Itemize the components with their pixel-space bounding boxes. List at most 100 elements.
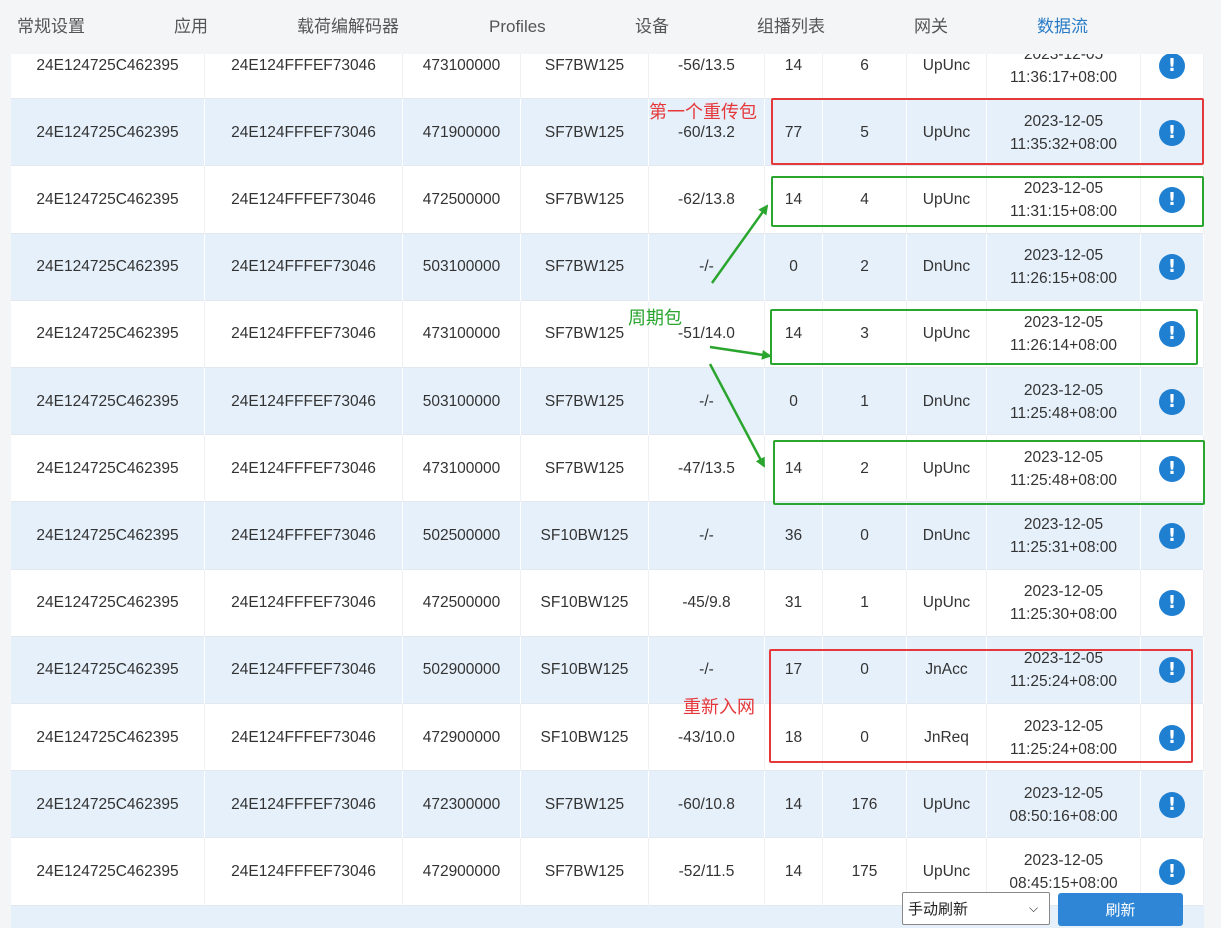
cell-dev-eui: 24E124725C462395 [11, 368, 205, 436]
cell-timestamp: 2023-12-05 11:25:24+08:00 [987, 704, 1141, 772]
cell-freq: 472500000 [403, 569, 521, 637]
info-icon[interactable]: ! [1159, 52, 1185, 79]
cell-date: 2023-12-05 [1023, 717, 1104, 735]
cell-freq: 473100000 [403, 435, 521, 503]
cell-rssi-snr: -62/13.8 [649, 166, 765, 234]
cell-freq: 502500000 [403, 502, 521, 570]
info-icon[interactable]: ! [1159, 724, 1185, 751]
info-icon[interactable]: ! [1159, 119, 1185, 146]
cell-rssi-snr: -/- [649, 368, 765, 436]
info-icon[interactable]: ! [1159, 590, 1185, 617]
info-icon[interactable]: ! [1159, 321, 1185, 348]
cell-date: 2023-12-05 [1023, 314, 1104, 332]
cell-freq: 502900000 [403, 636, 521, 704]
nav-item-5[interactable]: 组播列表 [757, 0, 825, 54]
cell-type: JnAcc [907, 636, 987, 704]
rejoin-annotation: 重新入网 [683, 697, 755, 718]
cell-size: 36 [765, 502, 823, 570]
nav-item-7[interactable]: 数据流 [1037, 0, 1088, 54]
info-icon[interactable]: ! [1159, 455, 1185, 482]
table-row: 24E124725C462395 24E124FFFEF73046 50290000… [11, 636, 1204, 704]
cell-details: ! [1141, 368, 1204, 436]
cell-dr: SF10BW125 [521, 704, 649, 772]
nav-item-4[interactable]: 设备 [635, 0, 669, 54]
retransmit-annotation: 第一个重传包 [649, 102, 757, 123]
cell-details: ! [1141, 704, 1204, 772]
cell-fcnt: 2 [823, 435, 907, 503]
cell-fcnt: 3 [823, 300, 907, 368]
cell-rssi-snr: -/- [649, 502, 765, 570]
nav-item-1[interactable]: 应用 [174, 0, 208, 54]
cell-timestamp: 2023-12-05 11:25:48+08:00 [987, 435, 1141, 503]
cell-gw-eui: 24E124FFFEF73046 [205, 704, 403, 772]
cell-gw-eui: 24E124FFFEF73046 [205, 502, 403, 570]
table-row: 24E124725C462395 24E124FFFEF73046 47310000… [11, 435, 1204, 503]
data-stream-table: 24E124725C462395 24E124FFFEF73046 47310000… [11, 32, 1204, 928]
cell-time: 11:25:48+08:00 [1009, 471, 1118, 489]
cell-details: ! [1141, 233, 1204, 301]
cell-dev-eui: 24E124725C462395 [11, 99, 205, 167]
cell-date: 2023-12-05 [1023, 851, 1104, 869]
cell-time: 11:25:24+08:00 [1009, 673, 1118, 691]
cell-fcnt: 1 [823, 368, 907, 436]
cell-type: UpUnc [907, 569, 987, 637]
cell-time: 11:35:32+08:00 [1009, 135, 1118, 153]
cell-dr: SF10BW125 [521, 569, 649, 637]
cell-date: 2023-12-05 [1023, 112, 1104, 130]
chevron-down-icon: ⌵ [1029, 901, 1039, 915]
cell-dr: SF7BW125 [521, 771, 649, 839]
info-icon[interactable]: ! [1159, 791, 1185, 818]
refresh-button[interactable]: 刷新 [1058, 893, 1183, 926]
info-icon[interactable]: ! [1159, 657, 1185, 684]
nav-item-3[interactable]: Profiles [489, 0, 546, 54]
cell-time: 11:25:30+08:00 [1009, 606, 1118, 624]
cell-dr: SF10BW125 [521, 502, 649, 570]
cell-fcnt: 4 [823, 166, 907, 234]
cell-timestamp: 2023-12-05 11:26:15+08:00 [987, 233, 1141, 301]
cell-dr: SF7BW125 [521, 435, 649, 503]
cell-time: 11:26:14+08:00 [1009, 337, 1118, 355]
info-icon[interactable]: ! [1159, 388, 1185, 415]
table-row: 24E124725C462395 24E124FFFEF73046 50310000… [11, 368, 1204, 436]
info-icon[interactable]: ! [1159, 858, 1185, 885]
table-row: 24E124725C462395 24E124FFFEF73046 47250000… [11, 166, 1204, 234]
cell-freq: 473100000 [403, 300, 521, 368]
cell-timestamp: 2023-12-05 11:25:24+08:00 [987, 636, 1141, 704]
info-icon[interactable]: ! [1159, 254, 1185, 281]
cell-size: 0 [765, 368, 823, 436]
nav-item-6[interactable]: 网关 [914, 0, 948, 54]
cell-fcnt: 0 [823, 502, 907, 570]
cell-date: 2023-12-05 [1023, 381, 1104, 399]
cell-size: 18 [765, 704, 823, 772]
nav-item-2[interactable]: 载荷编解码器 [297, 0, 399, 54]
cell-date: 2023-12-05 [1023, 583, 1104, 601]
cell-dev-eui: 24E124725C462395 [11, 166, 205, 234]
cell-type: DnUnc [907, 368, 987, 436]
cell-gw-eui: 24E124FFFEF73046 [205, 569, 403, 637]
refresh-mode-select[interactable]: 手动刷新 ⌵ [902, 892, 1050, 925]
refresh-mode-value: 手动刷新 [908, 901, 969, 918]
cell-time: 11:31:15+08:00 [1009, 202, 1118, 220]
cell-freq: 503100000 [403, 233, 521, 301]
cell-fcnt: 2 [823, 233, 907, 301]
cell-timestamp: 2023-12-05 11:31:15+08:00 [987, 166, 1141, 234]
table-row: 24E124725C462395 24E124FFFEF73046 47290000… [11, 704, 1204, 772]
info-icon[interactable]: ! [1159, 186, 1185, 213]
cell-dr: SF7BW125 [521, 233, 649, 301]
cell-type: JnReq [907, 704, 987, 772]
info-icon[interactable]: ! [1159, 522, 1185, 549]
cell-details: ! [1141, 502, 1204, 570]
cell-details: ! [1141, 636, 1204, 704]
cell-size: 31 [765, 569, 823, 637]
cell-timestamp: 2023-12-05 11:25:31+08:00 [987, 502, 1141, 570]
cell-size: 14 [765, 435, 823, 503]
cell-rssi-snr: -/- [649, 233, 765, 301]
cell-gw-eui: 24E124FFFEF73046 [205, 300, 403, 368]
cell-type: UpUnc [907, 166, 987, 234]
cell-dev-eui: 24E124725C462395 [11, 704, 205, 772]
cell-rssi-snr: -52/11.5 [649, 838, 765, 906]
cell-dr: SF7BW125 [521, 166, 649, 234]
cell-dev-eui: 24E124725C462395 [11, 569, 205, 637]
nav-item-0[interactable]: 常规设置 [17, 0, 85, 54]
cell-gw-eui: 24E124FFFEF73046 [205, 368, 403, 436]
